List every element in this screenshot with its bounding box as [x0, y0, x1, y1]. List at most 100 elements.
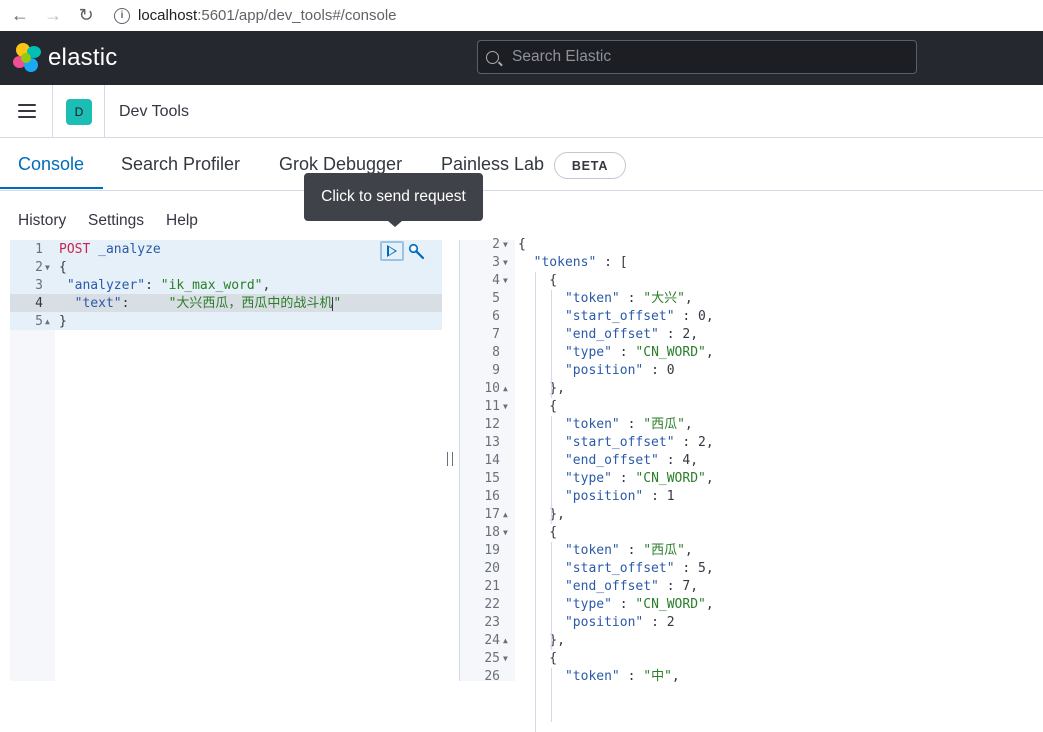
line-number: 4	[35, 296, 43, 311]
line-number: 20	[484, 561, 500, 576]
code-line: "end_offset" : 7,	[564, 579, 699, 594]
code-line: "tokens" : [	[533, 255, 628, 270]
json-value: 2	[682, 327, 691, 342]
json-string: "ik_max_word"	[160, 278, 263, 293]
tab-search-profiler[interactable]: Search Profiler	[121, 154, 240, 175]
resize-handle[interactable]	[447, 452, 453, 466]
json-value: 4	[682, 453, 691, 468]
tab-grok-debugger[interactable]: Grok Debugger	[279, 154, 402, 175]
line-number: 25	[484, 651, 500, 666]
fold-down-icon[interactable]: ▼	[503, 524, 508, 542]
space-avatar[interactable]: D	[66, 99, 92, 125]
search-icon	[486, 50, 499, 64]
active-tab-indicator	[0, 187, 103, 189]
line-number: 7	[492, 327, 500, 342]
line-number: 2	[35, 260, 43, 275]
line-number: 8	[492, 345, 500, 360]
fold-down-icon[interactable]: ▼	[503, 254, 508, 272]
json-key: "start_offset"	[564, 435, 675, 450]
json-key: "token"	[564, 543, 620, 558]
indent-guide	[551, 416, 552, 524]
indent-guide	[551, 668, 552, 722]
fold-down-icon[interactable]: ▼	[503, 398, 508, 416]
json-value: "西瓜"	[643, 417, 685, 432]
address-bar[interactable]: localhost:5601/app/dev_tools#/console	[138, 7, 397, 24]
tab-console[interactable]: Console	[18, 154, 84, 175]
line-number: 6	[492, 309, 500, 324]
send-request-button[interactable]	[380, 241, 404, 261]
line-number: 23	[484, 615, 500, 630]
http-method: POST	[59, 242, 91, 257]
json-value: "中"	[643, 669, 672, 684]
json-value: 7	[682, 579, 691, 594]
code-line: {	[518, 651, 558, 666]
line-number: 11	[484, 399, 500, 414]
response-viewer[interactable]: 2 ▼{3 ▼ "tokens" : [4 ▼ {5 "token" : "大兴", 6…	[459, 237, 1043, 732]
json-key: "token"	[564, 417, 620, 432]
global-search-input[interactable]: Search Elastic	[477, 40, 917, 74]
history-link[interactable]: History	[18, 212, 66, 230]
fold-down-icon[interactable]: ▼	[45, 259, 50, 277]
wrench-icon[interactable]	[407, 242, 427, 262]
json-key: "token"	[564, 669, 620, 684]
fold-up-icon[interactable]: ▲	[503, 632, 508, 650]
code-line: "text": "大兴西瓜，西瓜中的战斗机"	[74, 296, 342, 311]
reload-icon[interactable]: ↻	[76, 5, 96, 26]
json-key: "type"	[564, 345, 612, 360]
line-number: 12	[484, 417, 500, 432]
info-icon[interactable]: i	[114, 7, 130, 24]
json-value: "CN_WORD"	[635, 597, 706, 612]
json-value: 0	[698, 309, 706, 324]
help-link[interactable]: Help	[166, 212, 198, 230]
settings-link[interactable]: Settings	[88, 212, 144, 230]
code-line: "type" : "CN_WORD",	[564, 597, 714, 612]
fold-up-icon[interactable]: ▲	[503, 506, 508, 524]
request-editor[interactable]: 1 2 ▼ 3 4 5 ▲ POST _analyze { "analyzer"…	[10, 240, 442, 681]
json-key: "start_offset"	[564, 561, 675, 576]
line-number: 5	[35, 314, 43, 329]
line-number: 18	[484, 525, 500, 540]
fold-up-icon[interactable]: ▲	[503, 380, 508, 398]
indent-guide	[551, 290, 552, 398]
forward-arrow-icon[interactable]: →	[43, 5, 63, 26]
fold-up-icon[interactable]: ▲	[45, 313, 50, 331]
line-number: 2	[492, 237, 500, 252]
json-value: 2	[698, 435, 706, 450]
fold-down-icon[interactable]: ▼	[503, 272, 508, 290]
code-line: {	[518, 399, 558, 414]
line-number: 4	[492, 273, 500, 288]
line-number: 22	[484, 597, 500, 612]
json-value: "西瓜"	[643, 543, 685, 558]
json-value: "CN_WORD"	[635, 471, 706, 486]
brand-name[interactable]: elastic	[48, 44, 117, 72]
tab-painless-lab[interactable]: Painless Lab	[441, 154, 544, 175]
line-number: 3	[492, 255, 500, 270]
search-placeholder: Search Elastic	[512, 48, 612, 65]
code-line: },	[518, 633, 565, 648]
endpoint: _analyze	[98, 242, 161, 257]
line-number: 15	[484, 471, 500, 486]
elastic-logo-icon[interactable]	[12, 43, 42, 73]
app-bar: D Dev Tools	[0, 85, 1043, 138]
elastic-header: elastic Search Elastic	[0, 31, 1043, 85]
fold-down-icon[interactable]: ▼	[503, 236, 508, 254]
line-number: 5	[492, 291, 500, 306]
indent-guide	[551, 542, 552, 650]
json-key: "position"	[564, 615, 644, 630]
json-value: 5	[698, 561, 706, 576]
code-line: },	[518, 507, 565, 522]
back-arrow-icon[interactable]: ←	[10, 5, 30, 26]
code-line: "start_offset" : 5,	[564, 561, 714, 576]
divider	[104, 85, 105, 138]
code-line: "position" : 2	[564, 615, 675, 630]
code-line: {	[518, 273, 558, 288]
fold-down-icon[interactable]: ▼	[503, 650, 508, 668]
code-line: "end_offset" : 2,	[564, 327, 699, 342]
code-line: "token" : "中",	[564, 669, 680, 684]
hamburger-menu-icon[interactable]	[18, 104, 36, 118]
url-path: :5601/app/dev_tools#/console	[197, 7, 397, 24]
code-line: "token" : "西瓜",	[564, 543, 693, 558]
line-number: 9	[492, 363, 500, 378]
code-line: {	[59, 260, 67, 275]
json-value: 0	[666, 363, 675, 378]
